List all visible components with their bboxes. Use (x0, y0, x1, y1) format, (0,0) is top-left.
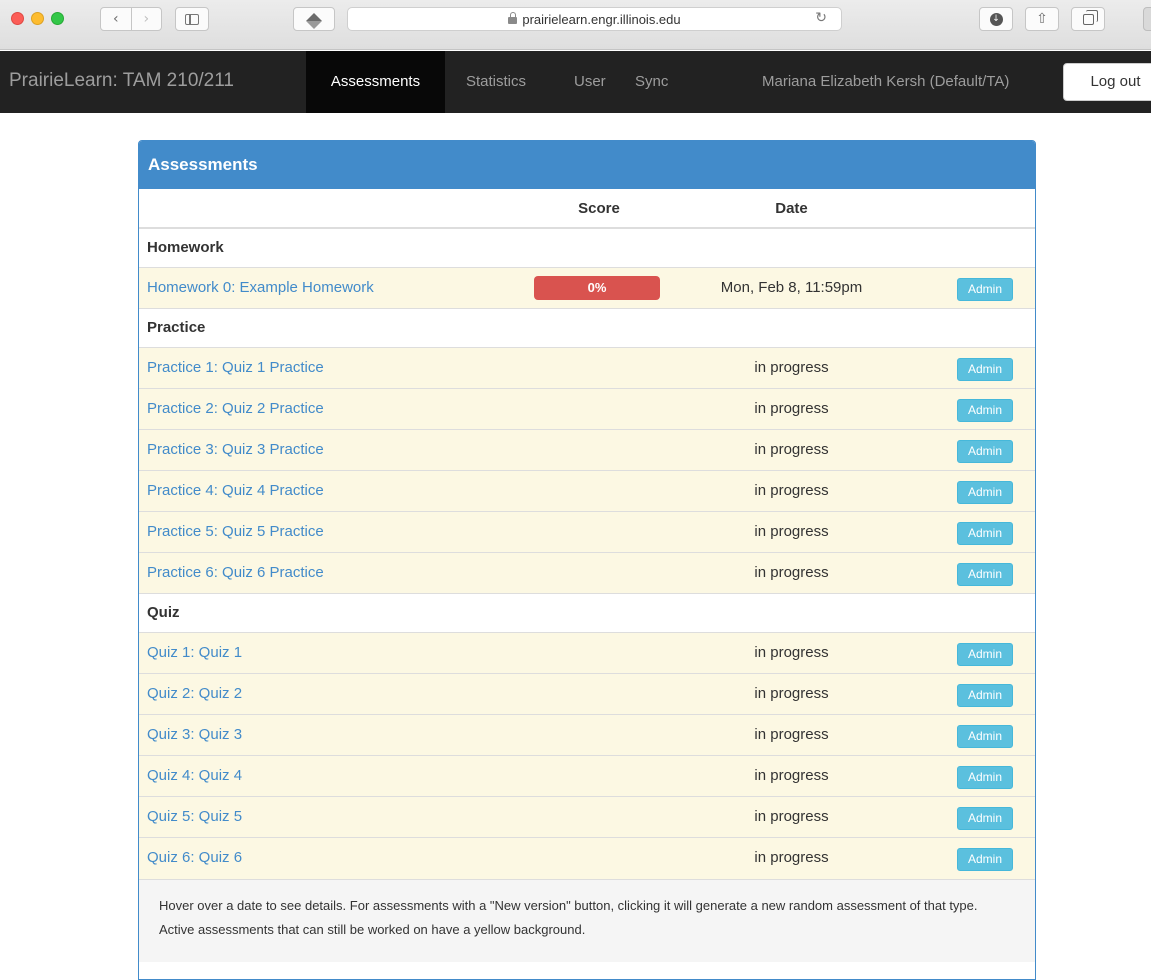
help-text: Hover over a date to see details. For as… (139, 879, 1035, 962)
current-user[interactable]: Mariana Elizabeth Kersh (Default/TA) (762, 51, 1009, 113)
back-icon[interactable]: ‹ (101, 8, 132, 30)
assessment-link[interactable]: Practice 4: Quiz 4 Practice (147, 482, 324, 499)
date-cell[interactable]: in progress (704, 359, 879, 376)
assessment-link[interactable]: Quiz 4: Quiz 4 (147, 767, 242, 784)
assessment-link[interactable]: Practice 2: Quiz 2 Practice (147, 400, 324, 417)
table-row: Quiz 6: Quiz 6 in progress Admin (139, 838, 1035, 879)
date-cell[interactable]: Mon, Feb 8, 11:59pm (704, 279, 879, 296)
panel-title: Assessments (139, 141, 1035, 189)
admin-button[interactable]: Admin (957, 278, 1013, 301)
assessment-link[interactable]: Quiz 6: Quiz 6 (147, 849, 242, 866)
toolbar-overflow (1143, 7, 1151, 31)
assessment-link[interactable]: Quiz 2: Quiz 2 (147, 685, 242, 702)
show-tabs-button[interactable] (1071, 7, 1105, 31)
date-cell[interactable]: in progress (704, 644, 879, 661)
admin-button[interactable]: Admin (957, 848, 1013, 871)
app-navbar: PrairieLearn: TAM 210/211 Assessments St… (0, 51, 1151, 113)
date-cell[interactable]: in progress (704, 400, 879, 417)
date-cell[interactable]: in progress (704, 482, 879, 499)
assessment-link[interactable]: Practice 3: Quiz 3 Practice (147, 441, 324, 458)
date-cell[interactable]: in progress (704, 564, 879, 581)
history-nav: ‹ › (100, 7, 162, 31)
zoom-window-button[interactable] (51, 12, 64, 25)
sidebar-toggle-button[interactable] (175, 7, 209, 31)
assessment-link[interactable]: Practice 6: Quiz 6 Practice (147, 564, 324, 581)
admin-button[interactable]: Admin (957, 563, 1013, 586)
table-row: Quiz 5: Quiz 5 in progress Admin (139, 797, 1035, 838)
assessment-link[interactable]: Homework 0: Example Homework (147, 279, 374, 296)
table-row: Quiz 3: Quiz 3 in progress Admin (139, 715, 1035, 756)
date-cell[interactable]: in progress (704, 849, 879, 866)
tabs-icon (1082, 9, 1098, 25)
section-header: Homework (139, 229, 1035, 268)
score-badge: 0% (534, 276, 660, 300)
admin-button[interactable]: Admin (957, 684, 1013, 707)
extension-icon (306, 13, 322, 29)
extension-button[interactable] (293, 7, 335, 31)
forward-icon[interactable]: › (132, 8, 162, 30)
assessments-panel: Assessments Score Date Homework Homework … (138, 140, 1036, 980)
date-cell[interactable]: in progress (704, 726, 879, 743)
table-row: Practice 1: Quiz 1 Practice in progress Ad… (139, 348, 1035, 389)
admin-button[interactable]: Admin (957, 399, 1013, 422)
nav-user[interactable]: User (574, 51, 606, 113)
date-column-header: Date (775, 200, 808, 217)
admin-button[interactable]: Admin (957, 481, 1013, 504)
close-window-button[interactable] (11, 12, 24, 25)
brand-title[interactable]: PrairieLearn: TAM 210/211 (9, 70, 234, 92)
minimize-window-button[interactable] (31, 12, 44, 25)
date-cell[interactable]: in progress (704, 523, 879, 540)
score-column-header: Score (578, 200, 620, 217)
table-row: Quiz 2: Quiz 2 in progress Admin (139, 674, 1035, 715)
table-row: Practice 4: Quiz 4 Practice in progress Ad… (139, 471, 1035, 512)
table-row: Practice 6: Quiz 6 Practice in progress Ad… (139, 553, 1035, 594)
reload-icon[interactable]: ↻ (815, 10, 827, 26)
assessment-link[interactable]: Quiz 3: Quiz 3 (147, 726, 242, 743)
admin-button[interactable]: Admin (957, 522, 1013, 545)
sidebar-icon (185, 13, 199, 25)
table-row: Practice 3: Quiz 3 Practice in progress Ad… (139, 430, 1035, 471)
logout-button[interactable]: Log out (1063, 63, 1151, 101)
table-row: Quiz 4: Quiz 4 in progress Admin (139, 756, 1035, 797)
date-cell[interactable]: in progress (704, 441, 879, 458)
url-text: prairielearn.engr.illinois.edu (522, 12, 681, 27)
table-row: Homework 0: Example Homework 0% Mon, Feb 8… (139, 268, 1035, 309)
assessment-link[interactable]: Quiz 1: Quiz 1 (147, 644, 242, 661)
section-header: Quiz (139, 594, 1035, 633)
date-cell[interactable]: in progress (704, 767, 879, 784)
admin-button[interactable]: Admin (957, 440, 1013, 463)
section-header: Practice (139, 309, 1035, 348)
assessment-link[interactable]: Practice 1: Quiz 1 Practice (147, 359, 324, 376)
assessment-link[interactable]: Quiz 5: Quiz 5 (147, 808, 242, 825)
table-row: Practice 5: Quiz 5 Practice in progress Ad… (139, 512, 1035, 553)
download-icon: ↓ (989, 12, 1003, 26)
share-icon: ⇧ (1036, 11, 1048, 27)
date-cell[interactable]: in progress (704, 685, 879, 702)
address-bar[interactable]: prairielearn.engr.illinois.edu ↻ (347, 7, 842, 31)
admin-button[interactable]: Admin (957, 725, 1013, 748)
nav-statistics[interactable]: Statistics (466, 51, 526, 113)
browser-toolbar: ‹ › prairielearn.engr.illinois.edu ↻ ↓ ⇧ (0, 0, 1151, 50)
table-row: Practice 2: Quiz 2 Practice in progress Ad… (139, 389, 1035, 430)
table-header: Score Date (139, 189, 1035, 229)
assessment-list: Homework Homework 0: Example Homework 0% Mo… (139, 229, 1035, 879)
lock-icon (508, 12, 518, 24)
admin-button[interactable]: Admin (957, 807, 1013, 830)
admin-button[interactable]: Admin (957, 358, 1013, 381)
nav-assessments[interactable]: Assessments (306, 51, 445, 113)
downloads-button[interactable]: ↓ (979, 7, 1013, 31)
table-row: Quiz 1: Quiz 1 in progress Admin (139, 633, 1035, 674)
nav-sync[interactable]: Sync (635, 51, 668, 113)
share-button[interactable]: ⇧ (1025, 7, 1059, 31)
admin-button[interactable]: Admin (957, 643, 1013, 666)
admin-button[interactable]: Admin (957, 766, 1013, 789)
assessment-link[interactable]: Practice 5: Quiz 5 Practice (147, 523, 324, 540)
date-cell[interactable]: in progress (704, 808, 879, 825)
